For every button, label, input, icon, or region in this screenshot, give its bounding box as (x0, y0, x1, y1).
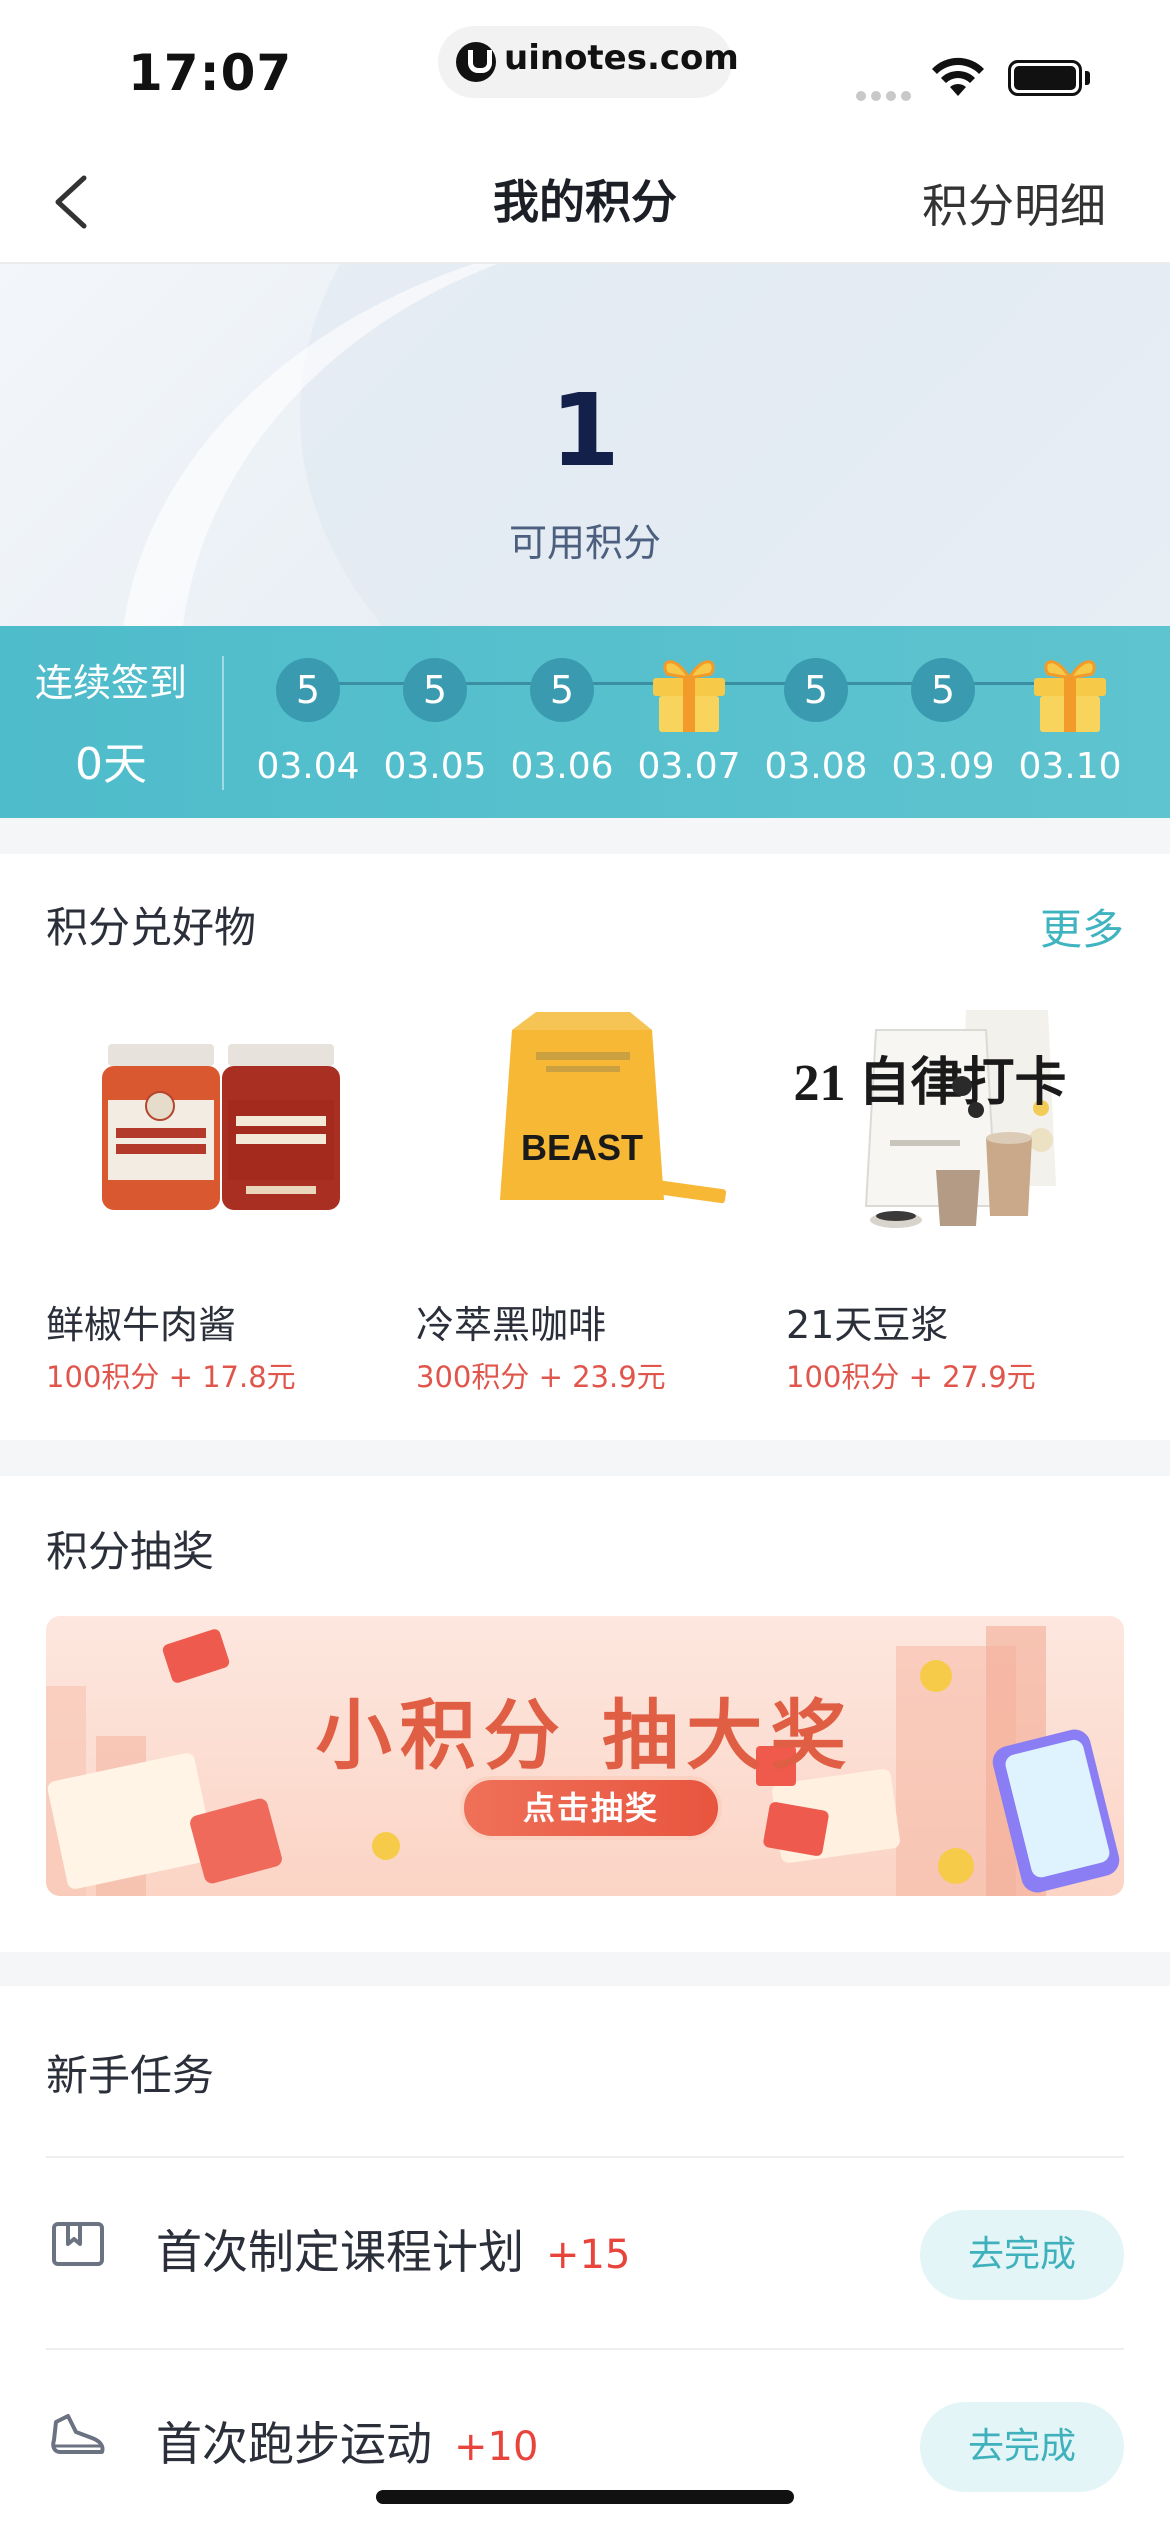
task-row: 首次制定课程计划 +15 去完成 (46, 2156, 1124, 2348)
divider (222, 656, 224, 790)
sauce-jars-image (102, 1044, 340, 1210)
checkin-points-badge: 5 (530, 658, 594, 722)
checkin-date: 03.10 (1018, 746, 1122, 787)
draw-button[interactable]: 点击抽奖 (460, 1776, 722, 1840)
checkin-day[interactable]: 5 03.09 (883, 648, 1003, 808)
task-points: +15 (546, 2232, 631, 2278)
coffee-bag-image: BEAST (500, 1012, 727, 1204)
url-text: uinotes.com (504, 38, 739, 78)
nav-bar: 我的积分 积分明细 (0, 140, 1170, 264)
site-logo-icon (456, 42, 496, 82)
lottery-section: 积分抽奖 小积分 抽大奖 点击抽奖 (0, 1476, 1170, 1952)
checkin-strip: 连续签到 0天 5 03.04 5 03.05 5 03.06 03.07 5 … (0, 626, 1170, 818)
status-time: 17:07 (128, 44, 293, 102)
coffee-package-text: BEAST (521, 1127, 643, 1168)
signal-icon (856, 86, 916, 105)
checkin-day[interactable]: 5 03.04 (248, 648, 368, 808)
soy-package-text: 21 自律打卡 (793, 1054, 1066, 1112)
task-points: +10 (454, 2424, 539, 2470)
task-row: 首次跑步运动 +10 去完成 (46, 2348, 1124, 2532)
goods-price: 100积分 + 27.9元 (786, 1360, 1036, 1394)
running-shoe-icon (51, 2414, 105, 2454)
checkin-date: 03.09 (891, 746, 995, 787)
soy-milk-bag-image: 21 自律打卡 (793, 1010, 1067, 1228)
task-label: 首次跑步运动 +10 (156, 2408, 538, 2474)
checkin-day[interactable]: 5 03.06 (502, 648, 622, 808)
checkin-points-badge: 5 (403, 658, 467, 722)
points-value: 1 (550, 372, 620, 489)
goods-name: 鲜椒牛肉酱 (46, 1303, 237, 1347)
task-title: 首次制定课程计划 (156, 2225, 524, 2279)
goods-section: 积分兑好物 更多 鲜椒牛肉酱 100积分 + 17.8元 BEAST 冷萃黑咖啡… (0, 854, 1170, 1440)
checkin-date: 03.06 (510, 746, 614, 787)
goods-name: 21天豆浆 (786, 1303, 949, 1347)
checkin-day[interactable]: 5 03.05 (375, 648, 495, 808)
battery-icon (1008, 60, 1090, 96)
checkin-date: 03.05 (383, 746, 487, 787)
url-pill[interactable]: uinotes.com (438, 26, 739, 98)
complete-task-button[interactable]: 去完成 (920, 2210, 1124, 2300)
goods-price: 300积分 + 23.9元 (416, 1360, 666, 1394)
task-label: 首次制定课程计划 +15 (156, 2216, 630, 2282)
gift-icon (653, 660, 725, 732)
checkin-day[interactable]: 03.10 (1010, 648, 1130, 808)
section-title: 积分兑好物 (46, 903, 257, 952)
wifi-icon (932, 57, 984, 96)
points-hero: 1 可用积分 (0, 264, 1170, 626)
more-link[interactable]: 更多 (1040, 896, 1124, 957)
lottery-banner[interactable]: 小积分 抽大奖 点击抽奖 (46, 1616, 1124, 1896)
checkin-day[interactable]: 5 03.08 (756, 648, 876, 808)
goods-name: 冷萃黑咖啡 (416, 1303, 607, 1347)
checkin-date: 03.07 (637, 746, 741, 787)
checkin-points-badge: 5 (911, 658, 975, 722)
bookmark-icon (52, 2222, 104, 2266)
section-title: 积分抽奖 (46, 1527, 215, 1576)
checkin-points-badge: 5 (276, 658, 340, 722)
complete-task-button[interactable]: 去完成 (920, 2402, 1124, 2492)
checkin-day[interactable]: 03.07 (629, 648, 749, 808)
checkin-days: 0天 (75, 739, 147, 790)
points-detail-link[interactable]: 积分明细 (922, 170, 1106, 236)
section-title: 新手任务 (46, 2051, 215, 2100)
gift-icon (1034, 660, 1106, 732)
home-indicator (376, 2490, 794, 2504)
task-title: 首次跑步运动 (156, 2417, 432, 2471)
checkin-date: 03.04 (256, 746, 360, 787)
tasks-section: 新手任务 首次制定课程计划 +15 去完成 首次跑步运动 +10 去完成 (0, 1986, 1170, 2532)
checkin-date: 03.08 (764, 746, 868, 787)
status-bar: 17:07 uinotes.com (0, 0, 1170, 140)
banner-title: 小积分 抽大奖 (315, 1691, 855, 1780)
checkin-points-badge: 5 (784, 658, 848, 722)
checkin-title: 连续签到 (34, 661, 187, 705)
goods-price: 100积分 + 17.8元 (46, 1360, 296, 1394)
points-label: 可用积分 (508, 521, 661, 565)
